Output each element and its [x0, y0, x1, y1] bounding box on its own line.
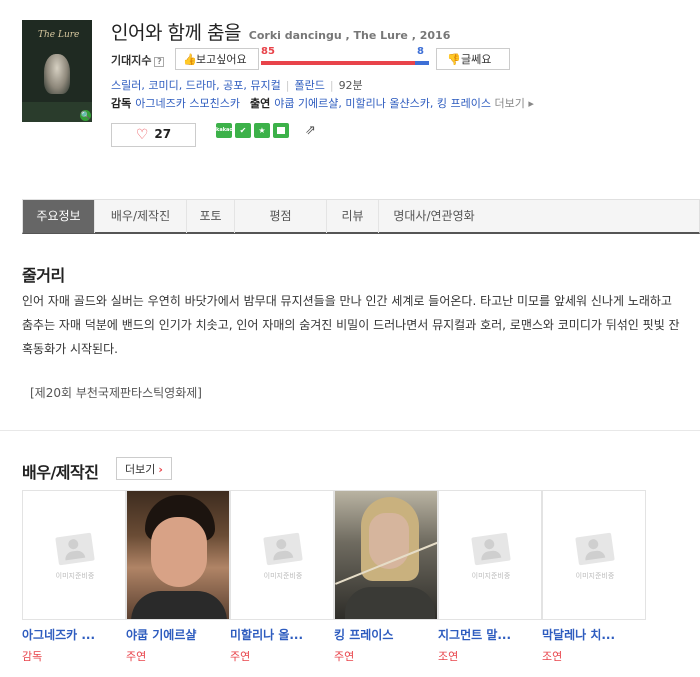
cast-card[interactable]: 이미지준비중 지그먼트 말... 조연: [438, 490, 542, 664]
person-name[interactable]: 킹 프레이스: [334, 626, 434, 643]
genre-link[interactable]: 코미디: [148, 79, 178, 92]
want-to-see-button[interactable]: 👍 보고싶어요: [175, 48, 259, 70]
divider: |: [285, 79, 290, 92]
director-link[interactable]: 아그네즈카 스모친스카: [135, 97, 240, 110]
like-count: 27: [154, 127, 172, 141]
no-image-icon: [471, 532, 511, 566]
title-row: 인어와 함께 춤을 Corki dancingu , The Lure , 20…: [111, 18, 450, 45]
expectation-meter: [261, 61, 429, 65]
person-role: 조연: [438, 650, 459, 663]
not-sure-label: 글쎄요: [461, 53, 492, 66]
director-label: 감독: [111, 97, 132, 110]
want-to-see-label: 보고싶어요: [196, 53, 247, 66]
cast-heading: 배우/제작진: [22, 463, 99, 482]
expectation-label-text: 기대지수: [111, 54, 152, 67]
expectation-row: 기대지수? 👍 보고싶어요 85 8 👎 글쎄요: [111, 46, 531, 70]
festival-note: [제20회 부천국제판타스틱영화제]: [30, 386, 202, 400]
square-share-icon[interactable]: [273, 123, 289, 138]
cast-card[interactable]: 야쿱 기에르샬 주연: [126, 490, 230, 664]
no-image-text: 이미지준비중: [263, 572, 303, 580]
thumbs-down-icon: 👎: [447, 53, 461, 66]
person-role: 주연: [334, 650, 355, 663]
person-photo[interactable]: [334, 490, 438, 620]
thumbs-up-icon: 👍: [183, 53, 197, 66]
cast-card[interactable]: 이미지준비중 미할리나 올... 주연: [230, 490, 334, 664]
no-image-icon: [263, 532, 303, 566]
no-image-icon: [55, 532, 95, 566]
person-photo-placeholder[interactable]: 이미지준비중: [542, 490, 646, 620]
genre-link[interactable]: 공포: [223, 79, 243, 92]
nope-score: 8: [417, 46, 424, 57]
cast-more-button[interactable]: 더보기 ›: [116, 457, 172, 480]
tab-bar: 주요정보 배우/제작진 포토 평점 리뷰 명대사/연관영화: [22, 199, 700, 234]
help-icon[interactable]: ?: [154, 57, 165, 67]
person-name[interactable]: 미할리나 올...: [230, 626, 330, 643]
like-button[interactable]: ♡ 27: [111, 123, 196, 147]
country-link[interactable]: 폴란드: [294, 79, 324, 92]
tab-photo[interactable]: 포토: [187, 200, 235, 233]
no-image-icon: [575, 532, 615, 566]
no-image-text: 이미지준비중: [575, 572, 615, 580]
kakao-share-icon[interactable]: kakao: [216, 123, 233, 138]
want-score: 85: [261, 46, 275, 57]
no-image-text: 이미지준비중: [55, 572, 95, 580]
band-share-icon[interactable]: ✔: [235, 123, 251, 138]
tab-main-info[interactable]: 주요정보: [23, 200, 95, 233]
expectation-label: 기대지수?: [111, 52, 165, 68]
cast-card[interactable]: 이미지준비중 막달레나 치... 조연: [542, 490, 646, 664]
cast-more-label: 더보기: [125, 462, 156, 476]
genre-link[interactable]: 뮤지컬: [250, 79, 280, 92]
cast-grid: 이미지준비중 아그네즈카 ... 감독 야쿱 기에르샬 주연 이미지준비중 미할…: [22, 490, 648, 677]
person-photo[interactable]: [126, 490, 230, 620]
person-role: 감독: [22, 650, 43, 663]
tab-review[interactable]: 리뷰: [327, 200, 379, 233]
movie-poster[interactable]: The Lure 🔍: [22, 20, 92, 122]
cast-card[interactable]: 킹 프레이스 주연: [334, 490, 438, 664]
person-role: 주연: [126, 650, 147, 663]
synopsis-heading: 줄거리: [22, 266, 65, 285]
zoom-icon[interactable]: 🔍: [80, 110, 91, 121]
person-name[interactable]: 지그먼트 말...: [438, 626, 538, 643]
person-photo-placeholder[interactable]: 이미지준비중: [438, 490, 542, 620]
person-photo-placeholder[interactable]: 이미지준비중: [22, 490, 126, 620]
divider: |: [329, 79, 334, 92]
not-sure-button[interactable]: 👎 글쎄요: [436, 48, 510, 70]
credit-row: 감독 아그네즈카 스모친스카 출연 야쿱 기에르샬, 미할리나 올샨스카, 킹 프레이…: [111, 95, 534, 111]
no-image-text: 이미지준비중: [471, 572, 511, 580]
movie-subtitle: Corki dancingu , The Lure , 2016: [248, 29, 451, 42]
meta-row: 스릴러, 코미디, 드라마, 공포, 뮤지컬 | 폴란드 | 92분: [111, 79, 363, 92]
expectation-meter-fill: [261, 61, 415, 65]
tab-quotes-related[interactable]: 명대사/연관영화: [379, 200, 489, 233]
genre-link[interactable]: 스릴러: [111, 79, 141, 92]
cast-more-link[interactable]: 더보기 ▸: [494, 97, 533, 110]
section-divider: [0, 430, 700, 431]
poster-figure: [44, 54, 70, 94]
tab-cast-crew[interactable]: 배우/제작진: [95, 200, 187, 233]
person-photo-placeholder[interactable]: 이미지준비중: [230, 490, 334, 620]
movie-title: 인어와 함께 춤을: [111, 22, 241, 44]
person-name[interactable]: 야쿱 기에르샬: [126, 626, 226, 643]
share-icon[interactable]: ⇗: [305, 123, 321, 139]
poster-title: The Lure: [38, 30, 80, 40]
cast-label: 출연: [249, 97, 271, 110]
person-name[interactable]: 아그네즈카 ...: [22, 626, 122, 643]
synopsis-text: 인어 자매 골드와 실버는 우연히 바닷가에서 밤무대 뮤지션들을 만나 인간 …: [22, 294, 680, 356]
star-share-icon[interactable]: ★: [254, 123, 270, 138]
heart-icon: ♡: [135, 127, 149, 143]
runtime: 92분: [338, 79, 363, 92]
cast-links[interactable]: 야쿱 기에르샬, 미할리나 올샨스카, 킹 프레이스: [274, 97, 491, 110]
person-role: 주연: [230, 650, 251, 663]
genre-link[interactable]: 드라마: [186, 79, 216, 92]
person-role: 조연: [542, 650, 563, 663]
person-name[interactable]: 막달레나 치...: [542, 626, 642, 643]
chevron-right-icon: ›: [158, 462, 163, 476]
cast-card[interactable]: 이미지준비중 아그네즈카 ... 감독: [22, 490, 126, 664]
tab-rating[interactable]: 평점: [235, 200, 327, 233]
